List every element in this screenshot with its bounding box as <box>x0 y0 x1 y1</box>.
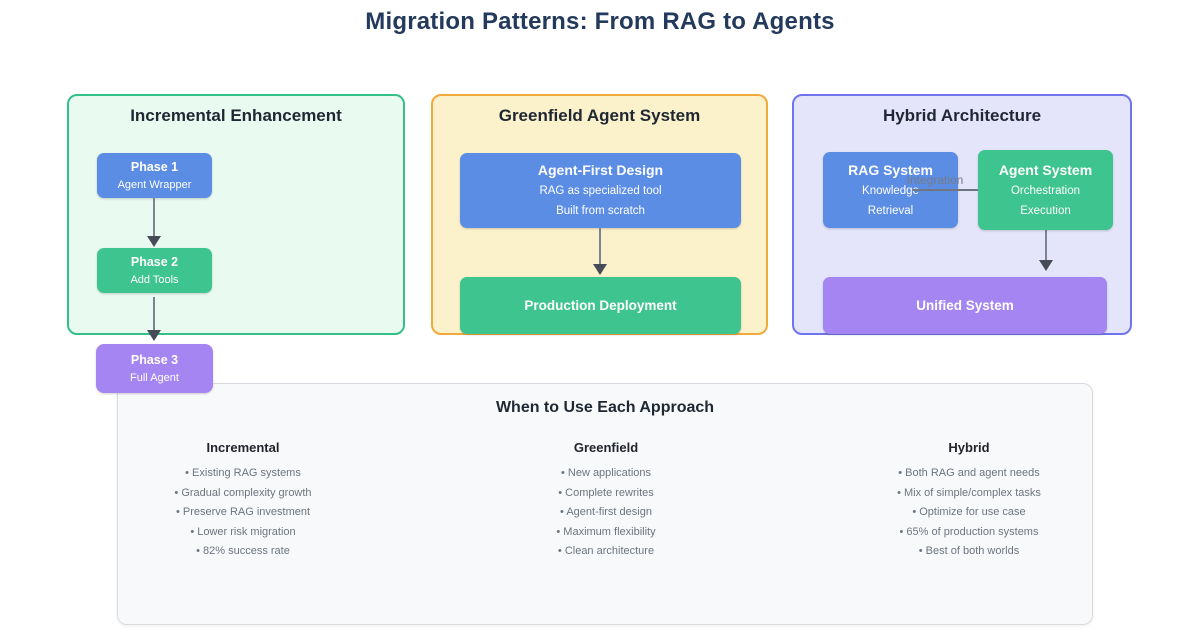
phase-3-title: Phase 3 <box>131 353 178 368</box>
usage-item: • Maximum flexibility <box>368 523 844 543</box>
usage-item: • Gradual complexity growth <box>118 484 368 504</box>
agent-first-design-line-1: RAG as specialized tool <box>539 184 661 199</box>
usage-item-list: • Existing RAG systems • Gradual complex… <box>118 464 368 562</box>
usage-column-incremental: Incremental • Existing RAG systems • Gra… <box>118 434 368 562</box>
arrow-down-icon <box>153 198 155 236</box>
usage-item-list: • Both RAG and agent needs • Mix of simp… <box>844 464 1094 562</box>
agent-system-line-2: Execution <box>1020 204 1071 219</box>
usage-item: • New applications <box>368 464 844 484</box>
phase-3-node: Phase 3 Full Agent <box>96 344 213 393</box>
usage-item: • Both RAG and agent needs <box>844 464 1094 484</box>
panel-greenfield-title: Greenfield Agent System <box>433 106 766 126</box>
integration-connector-label: Integration <box>895 173 975 187</box>
phase-2-node: Phase 2 Add Tools <box>97 248 212 293</box>
arrow-down-icon <box>153 297 155 330</box>
usage-item-list: • New applications • Complete rewrites •… <box>368 464 844 562</box>
rag-system-line-2: Retrieval <box>868 204 913 219</box>
agent-first-design-line-2: Built from scratch <box>556 204 645 219</box>
unified-system-title: Unified System <box>916 298 1014 313</box>
arrow-down-icon <box>1045 230 1047 260</box>
arrow-down-icon <box>599 228 601 264</box>
usage-item: • Agent-first design <box>368 503 844 523</box>
usage-column-hybrid: Hybrid • Both RAG and agent needs • Mix … <box>844 434 1094 562</box>
agent-first-design-node: Agent-First Design RAG as specialized to… <box>460 153 741 228</box>
panel-greenfield: Greenfield Agent System Agent-First Desi… <box>431 94 768 335</box>
usage-item: • 65% of production systems <box>844 523 1094 543</box>
arrow-head-icon <box>147 236 161 247</box>
arrow-head-icon <box>147 330 161 341</box>
usage-column-header: Greenfield <box>368 440 844 455</box>
integration-connector-line <box>913 189 978 191</box>
panel-hybrid-title: Hybrid Architecture <box>794 106 1130 126</box>
usage-item: • Optimize for use case <box>844 503 1094 523</box>
phase-1-node: Phase 1 Agent Wrapper <box>97 153 212 198</box>
usage-item: • Complete rewrites <box>368 484 844 504</box>
phase-1-subtitle: Agent Wrapper <box>118 178 192 192</box>
arrow-head-icon <box>593 264 607 275</box>
panel-hybrid: Hybrid Architecture RAG System Knowledge… <box>792 94 1132 335</box>
usage-item: • Preserve RAG investment <box>118 503 368 523</box>
usage-column-header: Incremental <box>118 440 368 455</box>
production-deployment-title: Production Deployment <box>524 298 676 313</box>
usage-item: • Clean architecture <box>368 542 844 562</box>
phase-2-title: Phase 2 <box>131 255 178 270</box>
production-deployment-node: Production Deployment <box>460 277 741 334</box>
phase-3-subtitle: Full Agent <box>130 371 179 385</box>
agent-system-node: Agent System Orchestration Execution <box>978 150 1113 230</box>
panel-incremental: Incremental Enhancement Phase 1 Agent Wr… <box>67 94 405 335</box>
usage-item: • Mix of simple/complex tasks <box>844 484 1094 504</box>
usage-item: • Lower risk migration <box>118 523 368 543</box>
unified-system-node: Unified System <box>823 277 1107 334</box>
agent-system-line-1: Orchestration <box>1011 184 1080 199</box>
arrow-head-icon <box>1039 260 1053 271</box>
usage-columns: Incremental • Existing RAG systems • Gra… <box>118 434 1092 562</box>
agent-first-design-title: Agent-First Design <box>538 162 663 179</box>
usage-title: When to Use Each Approach <box>118 399 1092 417</box>
usage-column-header: Hybrid <box>844 440 1094 455</box>
usage-item: • Best of both worlds <box>844 542 1094 562</box>
agent-system-title: Agent System <box>999 162 1092 179</box>
usage-item: • Existing RAG systems <box>118 464 368 484</box>
panel-incremental-title: Incremental Enhancement <box>69 106 403 126</box>
usage-item: • 82% success rate <box>118 542 368 562</box>
usage-panel: When to Use Each Approach Incremental • … <box>117 383 1093 625</box>
page-title: Migration Patterns: From RAG to Agents <box>0 8 1200 36</box>
phase-2-subtitle: Add Tools <box>130 273 178 287</box>
phase-1-title: Phase 1 <box>131 160 178 175</box>
usage-column-greenfield: Greenfield • New applications • Complete… <box>368 434 844 562</box>
